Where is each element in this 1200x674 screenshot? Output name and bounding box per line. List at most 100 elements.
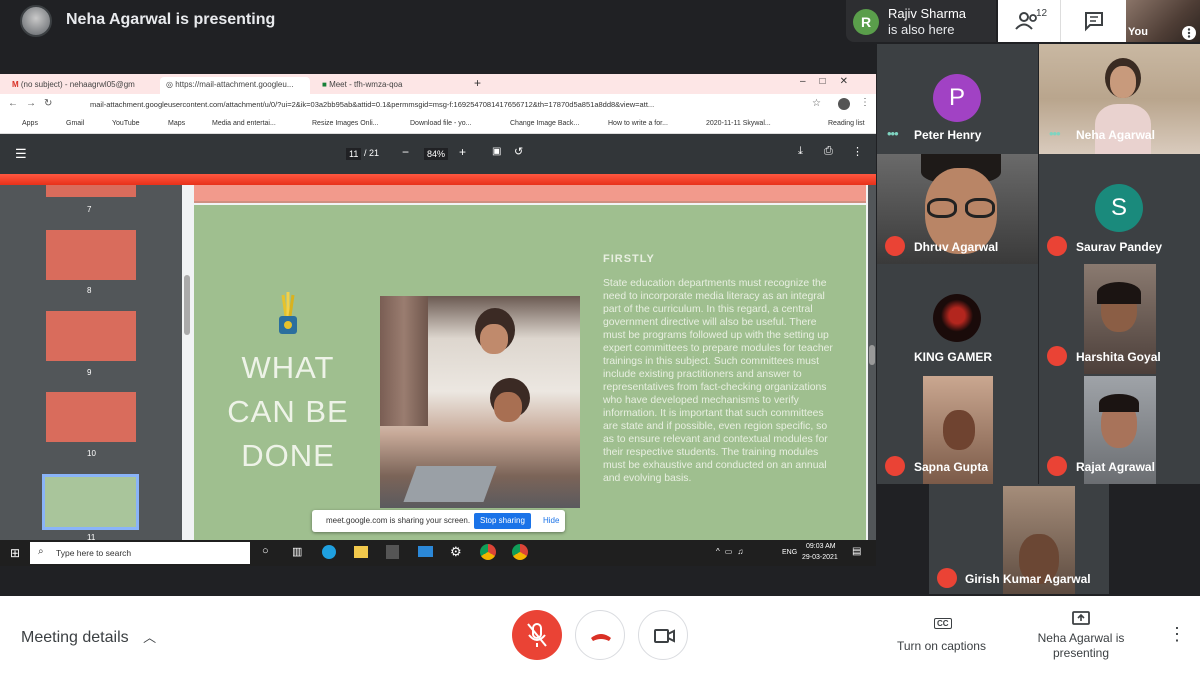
more-options-icon[interactable]: ⋮ bbox=[1168, 624, 1186, 645]
file-explorer-icon[interactable] bbox=[354, 546, 368, 558]
meeting-details-button[interactable]: Meeting details ︿ bbox=[21, 627, 156, 647]
thumbnail-scrollbar[interactable] bbox=[182, 185, 192, 555]
participant-name: Girish Kumar Agarwal bbox=[965, 572, 1091, 586]
hide-button[interactable]: Hide bbox=[543, 516, 559, 525]
hamburger-icon[interactable]: ☰ bbox=[15, 146, 27, 162]
participant-tile[interactable]: S Saurav Pandey bbox=[1039, 154, 1200, 264]
mic-off-icon bbox=[885, 456, 905, 476]
new-tab-icon[interactable]: + bbox=[474, 76, 481, 90]
bookmark[interactable]: Download file - yo... bbox=[410, 120, 471, 127]
bookmark[interactable]: Apps bbox=[22, 120, 38, 127]
bookmark[interactable]: Resize Images Onli... bbox=[312, 120, 379, 127]
nav-arrows-icon[interactable]: ←→↻ bbox=[8, 98, 60, 109]
captions-icon: CC bbox=[934, 618, 952, 629]
participant-tile[interactable]: Rajat Agrawal bbox=[1039, 374, 1200, 484]
browser-tab[interactable]: M (no subject) - nehaagrwl05@gm bbox=[6, 77, 158, 94]
chat-button[interactable] bbox=[1060, 0, 1126, 42]
task-view-icon[interactable]: ▥ bbox=[292, 545, 302, 558]
bookmark[interactable]: Media and entertai... bbox=[212, 120, 276, 127]
page-thumbnail-active[interactable] bbox=[42, 474, 139, 530]
settings-icon[interactable]: ⚙ bbox=[450, 544, 462, 560]
pdf-page-total: / 21 bbox=[364, 148, 380, 158]
participant-tile[interactable]: KING GAMER bbox=[877, 264, 1038, 374]
screen-share-bar: meet.google.com is sharing your screen. … bbox=[312, 510, 565, 532]
thumb-number: 9 bbox=[87, 368, 92, 377]
participant-tile[interactable]: Sapna Gupta bbox=[877, 374, 1038, 484]
clock-date[interactable]: 29-03-2021 bbox=[802, 554, 838, 561]
page-thumbnail[interactable] bbox=[46, 392, 136, 442]
page-thumbnail[interactable] bbox=[46, 311, 136, 361]
system-tray-icons[interactable]: ^▭♫ bbox=[716, 547, 748, 556]
bookmark[interactable]: Gmail bbox=[66, 120, 84, 127]
participant-tile[interactable]: Dhruv Agarwal bbox=[877, 154, 1038, 264]
also-here-avatar: R bbox=[853, 9, 879, 35]
participant-name: Harshita Goyal bbox=[1076, 350, 1161, 364]
microphone-toggle-button[interactable] bbox=[512, 610, 562, 660]
slide-section-title: FIRSTLY bbox=[603, 253, 655, 265]
cortana-icon[interactable]: ○ bbox=[262, 545, 269, 557]
zoom-in-icon[interactable]: + bbox=[459, 145, 466, 159]
fit-page-icon[interactable]: ▣ bbox=[492, 146, 501, 157]
page-scrollbar[interactable] bbox=[868, 185, 876, 540]
bookmark[interactable]: Change Image Back... bbox=[510, 120, 579, 127]
pdf-page-number[interactable]: 11 bbox=[346, 148, 362, 160]
also-here-status: is also here bbox=[888, 22, 955, 37]
participant-tile[interactable]: Girish Kumar Agarwal bbox=[929, 484, 1109, 594]
download-icon[interactable]: ⤓ bbox=[798, 145, 803, 158]
bookmark[interactable]: 2020-11-11 Skywal... bbox=[706, 120, 771, 127]
presenting-button[interactable]: Neha Agarwal is presenting bbox=[1035, 608, 1127, 664]
participant-name: Sapna Gupta bbox=[914, 460, 989, 474]
more-icon[interactable]: ⋮ bbox=[852, 145, 863, 158]
browser-tab-active[interactable]: ◎ https://mail-attachment.googleu... bbox=[160, 77, 310, 94]
camera-toggle-button[interactable] bbox=[638, 610, 688, 660]
notifications-icon[interactable]: ▤ bbox=[852, 546, 861, 557]
participant-tile[interactable]: Harshita Goyal bbox=[1039, 264, 1200, 374]
bookmark[interactable]: How to write a for... bbox=[608, 120, 668, 127]
window-controls-icon[interactable]: –□✕ bbox=[800, 76, 862, 87]
profile-icon[interactable] bbox=[838, 98, 850, 110]
participant-tile[interactable]: ••• Neha Agarwal bbox=[1039, 44, 1200, 154]
bookmark[interactable]: Maps bbox=[168, 120, 185, 127]
print-icon[interactable]: ⎙ bbox=[824, 145, 833, 158]
zoom-out-icon[interactable]: − bbox=[402, 145, 409, 159]
meet-icon: ■ bbox=[322, 80, 330, 89]
store-icon[interactable] bbox=[386, 545, 399, 559]
bookmark[interactable]: Reading list bbox=[828, 120, 865, 127]
page-thumbnail[interactable] bbox=[46, 185, 136, 197]
captions-button[interactable]: CC Turn on captions bbox=[890, 612, 996, 658]
also-here-name: Rajiv Sharma bbox=[888, 6, 967, 21]
taskbar-search-box[interactable]: ⌕ Type here to search bbox=[30, 542, 250, 564]
stop-sharing-button[interactable]: Stop sharing bbox=[474, 513, 531, 529]
taskbar-search-placeholder: Type here to search bbox=[56, 548, 132, 558]
page-thumbnail[interactable] bbox=[46, 230, 136, 280]
share-message: meet.google.com is sharing your screen. bbox=[326, 516, 471, 525]
rotate-icon[interactable]: ↺ bbox=[514, 145, 523, 158]
chrome-icon-2[interactable] bbox=[512, 544, 528, 560]
mic-off-icon bbox=[1047, 456, 1067, 476]
chrome-icon[interactable] bbox=[480, 544, 496, 560]
bookmark[interactable]: YouTube bbox=[112, 120, 140, 127]
url-text[interactable]: mail-attachment.googleusercontent.com/at… bbox=[90, 100, 780, 109]
more-options-icon[interactable] bbox=[1181, 25, 1197, 41]
mail-icon[interactable] bbox=[418, 546, 433, 557]
speaking-dots-icon: ••• bbox=[887, 126, 899, 141]
presenting-label: Neha Agarwal is presenting bbox=[1037, 631, 1125, 660]
participant-name: KING GAMER bbox=[914, 350, 992, 364]
menu-dots-icon[interactable]: ⋮ bbox=[860, 97, 870, 108]
participant-avatar-image bbox=[933, 294, 981, 342]
leave-call-button[interactable] bbox=[575, 610, 625, 660]
edge-icon[interactable] bbox=[322, 545, 336, 559]
star-icon[interactable]: ☆ bbox=[812, 98, 821, 109]
browser-tab[interactable]: ■ Meet - tfh-wmza-qoa bbox=[316, 77, 466, 94]
clock-time[interactable]: 09:03 AM bbox=[806, 543, 836, 550]
language-indicator[interactable]: ENG bbox=[782, 549, 797, 556]
participant-tile[interactable]: P ••• Peter Henry bbox=[877, 44, 1038, 154]
page-top-stripe bbox=[0, 174, 876, 185]
address-bar[interactable]: ←→↻ mail-attachment.googleusercontent.co… bbox=[0, 94, 876, 116]
people-icon bbox=[1015, 12, 1037, 30]
pdf-zoom[interactable]: 84% bbox=[424, 148, 449, 160]
people-button[interactable]: 12 bbox=[998, 0, 1060, 42]
globe-icon: ◎ bbox=[166, 80, 176, 89]
mic-off-icon bbox=[885, 236, 905, 256]
windows-start-icon[interactable]: ⊞ bbox=[10, 546, 20, 560]
